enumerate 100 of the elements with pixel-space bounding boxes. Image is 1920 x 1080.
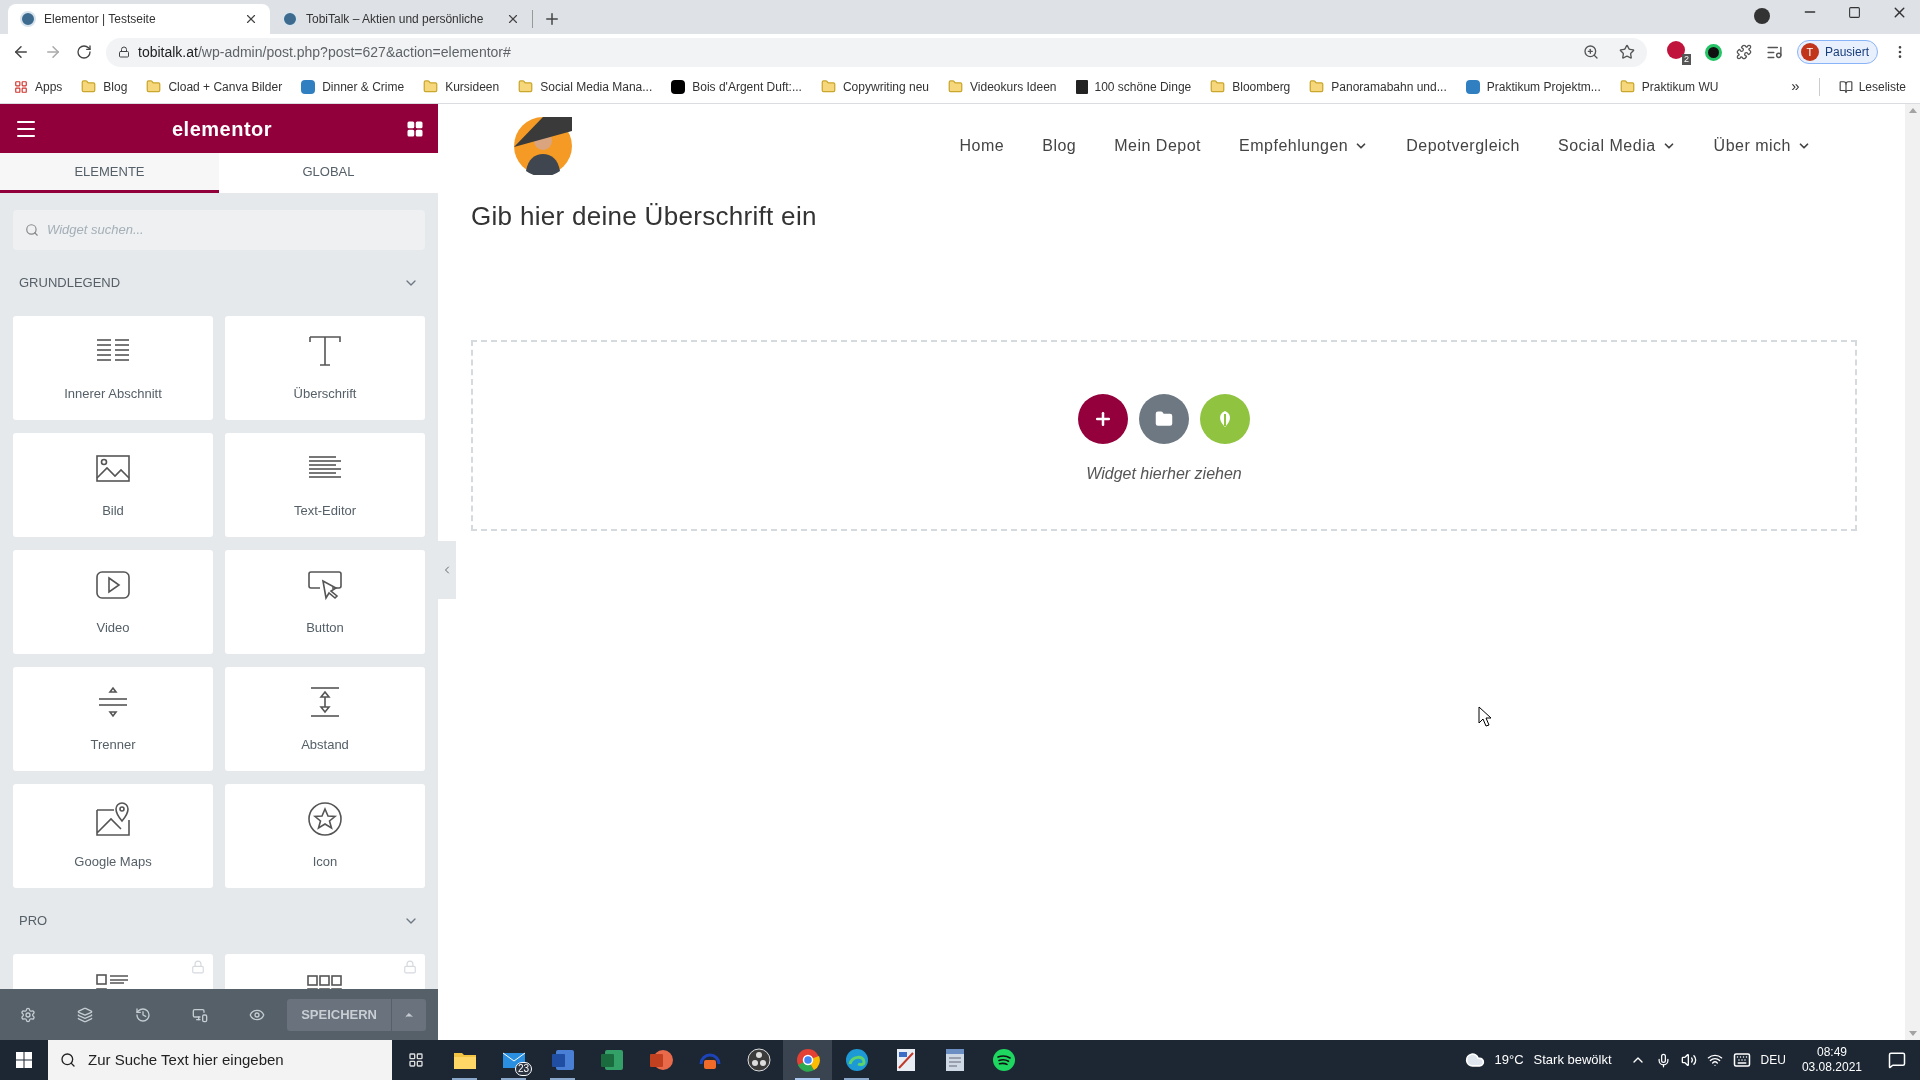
widget-label: Google Maps	[74, 853, 152, 871]
responsive-icon[interactable]	[191, 1006, 208, 1023]
profile-button[interactable]: T Pausiert	[1796, 40, 1878, 64]
weather-text: Stark bewölkt	[1533, 1051, 1612, 1070]
bookmark-link[interactable]: 100 schöne Dinge	[1075, 77, 1192, 96]
presentation-icon	[648, 1049, 673, 1071]
cloud-icon	[1464, 1050, 1485, 1070]
microphone-icon[interactable]	[1655, 1052, 1671, 1068]
language-indicator[interactable]: DEU	[1760, 1051, 1786, 1069]
bookmark-link[interactable]: Videokurs Ideen	[948, 77, 1057, 96]
address-bar[interactable]: tobitalk.at/wp-admin/post.php?post=627&action=elementor#	[106, 37, 1647, 67]
nav-link[interactable]: Blog	[1042, 134, 1077, 158]
bookmark-link[interactable]: Praktikum Projektm...	[1465, 77, 1601, 96]
widget-card[interactable]: Button	[225, 550, 425, 654]
sound-waves-icon	[991, 1048, 1016, 1072]
reload-icon[interactable]	[76, 44, 92, 60]
bookmark-link[interactable]: Apps	[14, 77, 63, 96]
panel-tab[interactable]: GLOBAL	[219, 153, 438, 193]
nav-link[interactable]: Mein Depot	[1114, 134, 1202, 158]
widget-card[interactable]: Trenner	[13, 667, 213, 771]
nav-link[interactable]: Empfehlungen	[1239, 134, 1369, 158]
search-placeholder: Zur Suche Text hier eingeben	[88, 1049, 284, 1070]
bookmark-label: 100 schöne Dinge	[1094, 78, 1192, 96]
restore-icon[interactable]	[1848, 6, 1861, 19]
bookmark-star-icon[interactable]	[1618, 44, 1635, 60]
history-icon[interactable]	[134, 1006, 151, 1023]
layers-icon[interactable]	[77, 1006, 94, 1023]
tab-search-icon[interactable]	[1754, 8, 1770, 24]
bookmark-link[interactable]: Cload + Canva Bilder	[146, 77, 283, 96]
bookmark-link[interactable]: Bois d'Argent Duft:...	[671, 77, 802, 96]
browser-icon	[795, 1048, 820, 1072]
volume-icon[interactable]	[1680, 1052, 1697, 1068]
template-library-button[interactable]	[1139, 393, 1189, 444]
keyboard-icon[interactable]	[1732, 1051, 1751, 1069]
extension-icon[interactable]	[1704, 43, 1722, 61]
bookmark-link[interactable]: Copywriting neu	[820, 77, 929, 96]
document-icon	[550, 1049, 575, 1071]
bookmark-link[interactable]: Dinner & Crime	[301, 77, 405, 96]
folder-icon	[1619, 79, 1635, 94]
taskbar-app-button[interactable]: 23	[489, 1040, 538, 1080]
tab-title: Elementor | Testseite	[44, 11, 157, 28]
bookmark-label: Praktikum Projektm...	[1486, 78, 1601, 96]
widget-card[interactable]: Abstand	[225, 667, 425, 771]
back-icon[interactable]	[12, 43, 30, 61]
zoom-icon[interactable]	[1582, 44, 1599, 60]
bookmark-label: Apps	[35, 78, 63, 96]
site-icon	[282, 11, 298, 27]
nav-link[interactable]: Home	[959, 134, 1005, 158]
widget-card[interactable]: Icon	[225, 784, 425, 888]
bookmark-link[interactable]: Social Media Mana...	[518, 77, 653, 96]
extension-button[interactable]: 2	[1664, 39, 1691, 65]
reading-list-button[interactable]: Leseliste	[1838, 77, 1906, 96]
bookmark-label: Cload + Canva Bilder	[168, 78, 283, 96]
star-widget-icon	[306, 800, 344, 838]
folder-icon	[1155, 409, 1173, 428]
nav-link[interactable]: Depotvergleich	[1406, 134, 1520, 158]
nav-link[interactable]: Social Media	[1558, 134, 1676, 158]
folder-icon	[1210, 79, 1226, 94]
close-icon[interactable]	[244, 12, 258, 26]
widget-card[interactable]: Überschrift	[225, 316, 425, 420]
bookmark-link[interactable]: Bloomberg	[1210, 77, 1291, 96]
browser-tab[interactable]: TobiTalk – Aktien und persönliche	[270, 4, 532, 34]
taskbar-search-field[interactable]: Zur Suche Text hier eingeben	[48, 1040, 392, 1080]
taskbar-app-button[interactable]	[783, 1040, 832, 1080]
widgets-grid-icon[interactable]	[406, 119, 424, 138]
apps-grid-icon	[14, 79, 28, 94]
tab-title: TobiTalk – Aktien und persönliche	[306, 11, 485, 28]
widget-card[interactable]: Video	[13, 550, 213, 654]
nav-link[interactable]: Über mich	[1713, 134, 1811, 158]
wave-icon	[844, 1048, 869, 1072]
page-heading: Gib hier deine Überschrift ein	[471, 200, 818, 233]
widget-card[interactable]: Text-Editor	[225, 433, 425, 537]
site-icon	[671, 79, 686, 94]
widget-label: Text-Editor	[293, 502, 357, 520]
panel-tab[interactable]: ELEMENTE	[0, 153, 219, 193]
clock[interactable]: 08:49 03.08.2021	[1795, 1045, 1868, 1075]
extensions-icon[interactable]	[1735, 44, 1752, 60]
reading-list-icon	[1838, 79, 1853, 94]
folder-icon	[423, 79, 439, 94]
elementor-logo: elementor	[171, 116, 273, 142]
avatar-logo	[514, 117, 572, 175]
more-bookmarks-button[interactable]: »	[1791, 75, 1800, 98]
add-section-button[interactable]	[1078, 393, 1128, 444]
browser-tab[interactable]: Elementor | Testseite	[8, 4, 270, 34]
bookmark-link[interactable]: Kursideen	[423, 77, 500, 96]
folder-icon	[948, 79, 963, 94]
bookmark-link[interactable]: Panoramabahn und...	[1309, 77, 1447, 96]
widget-card[interactable]: Google Maps	[13, 784, 213, 888]
wifi-icon[interactable]	[1706, 1052, 1723, 1068]
notifications-icon[interactable]	[1888, 1051, 1906, 1069]
close-icon[interactable]	[506, 12, 520, 26]
search-icon	[60, 1052, 76, 1068]
widget-card[interactable]: Bild	[13, 433, 213, 537]
bookmark-label: Social Media Mana...	[540, 78, 653, 96]
new-tab-icon[interactable]	[543, 10, 561, 28]
bookmark-link[interactable]: Praktikum WU	[1619, 77, 1719, 96]
widget-card[interactable]: Innerer Abschnitt	[13, 316, 213, 420]
bookmark-label: Dinner & Crime	[322, 78, 405, 96]
settings-icon[interactable]	[20, 1006, 36, 1023]
bookmark-link[interactable]: Blog	[81, 77, 128, 96]
